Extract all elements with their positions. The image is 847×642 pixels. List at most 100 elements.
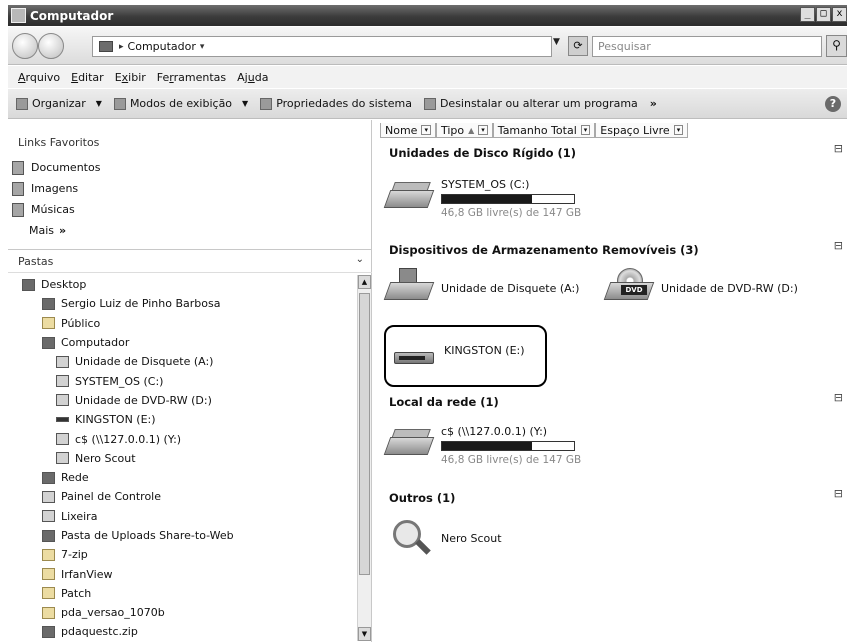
folders-header[interactable]: Pastas ⌄: [8, 249, 372, 273]
column-header-total-size[interactable]: Tamanho Total ▾: [492, 123, 596, 138]
tree-item-patch[interactable]: Patch: [8, 584, 357, 603]
maximize-button[interactable]: □: [816, 7, 831, 22]
menu-label-post: ramentas: [173, 70, 227, 84]
menu-arquivo[interactable]: Arquivo: [18, 71, 60, 84]
tree-item-irfanview[interactable]: IrfanView: [8, 564, 357, 583]
tree-item-dvd-drive[interactable]: Unidade de DVD-RW (D:): [8, 391, 357, 410]
favorite-documentos[interactable]: Documentos: [12, 157, 100, 178]
scroll-up-button[interactable]: ▲: [358, 275, 371, 289]
tree-item-system-drive[interactable]: SYSTEM_OS (C:): [8, 371, 357, 390]
tree-item-uploads[interactable]: Pasta de Uploads Share-to-Web: [8, 526, 357, 545]
drive-kingston[interactable]: KINGSTON (E:): [388, 338, 525, 374]
views-icon: [113, 97, 126, 110]
favorite-musicas[interactable]: Músicas: [12, 199, 100, 220]
group-header-removable[interactable]: Dispositivos de Armazenamento Removíveis…: [389, 243, 699, 257]
item-name: Nero Scout: [441, 532, 502, 545]
drive-floppy[interactable]: Unidade de Disquete (A:): [383, 268, 579, 304]
drive-info: c$ (\\127.0.0.1) (Y:) 46,8 GB livre(s) d…: [441, 423, 581, 466]
tree-item-floppy[interactable]: Unidade de Disquete (A:): [8, 352, 357, 371]
hard-drive-icon: [56, 375, 69, 388]
refresh-button[interactable]: ⟳: [568, 36, 588, 56]
address-input[interactable]: ▸ Computador ▾: [92, 36, 552, 57]
tree-item-7zip[interactable]: 7-zip: [8, 545, 357, 564]
favorite-imagens[interactable]: Imagens: [12, 178, 100, 199]
breadcrumb-computador[interactable]: Computador: [128, 40, 196, 53]
tree-item-pdaquestc[interactable]: pdaquestc.zip: [8, 622, 357, 641]
address-history-dropdown[interactable]: ▼: [553, 37, 560, 47]
group-header-hard-disks[interactable]: Unidades de Disco Rígido (1): [389, 146, 576, 160]
documents-icon: [12, 160, 24, 175]
column-header-free-space[interactable]: Espaço Livre ▾: [595, 123, 689, 138]
tree-item-nero-scout[interactable]: Nero Scout: [8, 449, 357, 468]
recycle-bin-icon: [42, 510, 55, 523]
menu-label-accel: A: [18, 70, 26, 84]
chevron-down-icon: ▼: [242, 99, 249, 108]
usage-bar-fill: [442, 442, 532, 450]
drive-base-shape: [383, 190, 435, 208]
tree-item-label: Pasta de Uploads Share-to-Web: [61, 529, 234, 542]
menu-ferramentas[interactable]: Ferramentas: [157, 71, 226, 84]
favorites-more-link[interactable]: Mais »: [12, 220, 100, 240]
collapse-group-icon[interactable]: ⊟: [834, 142, 843, 155]
search-icon[interactable]: ⚲: [826, 35, 847, 57]
tree-item-user[interactable]: Sergio Luiz de Pinho Barbosa: [8, 294, 357, 313]
chevron-down-icon[interactable]: ▾: [580, 125, 591, 135]
pictures-icon: [12, 181, 24, 196]
item-nero-scout[interactable]: Nero Scout: [385, 520, 502, 556]
organize-button[interactable]: Organizar ▼: [16, 97, 102, 110]
collapse-group-icon[interactable]: ⊟: [834, 487, 843, 500]
tree-item-pda-versao[interactable]: pda_versao_1070b: [8, 603, 357, 622]
help-icon[interactable]: ?: [825, 96, 841, 112]
tree-item-desktop[interactable]: Desktop: [8, 275, 357, 294]
search-input[interactable]: Pesquisar: [592, 36, 822, 57]
usb-stick-shape: [394, 352, 434, 364]
drive-network[interactable]: c$ (\\127.0.0.1) (Y:) 46,8 GB livre(s) d…: [383, 423, 581, 466]
tree-item-network-drive[interactable]: c$ (\\127.0.0.1) (Y:): [8, 429, 357, 448]
forward-button[interactable]: [38, 33, 64, 59]
breadcrumb-dropdown-icon[interactable]: ▾: [200, 42, 205, 52]
more-commands-button[interactable]: »: [650, 97, 657, 110]
tree-item-recycle-bin[interactable]: Lixeira: [8, 507, 357, 526]
network-drive-icon: [56, 433, 69, 446]
tree-item-label: Lixeira: [61, 509, 98, 523]
close-button[interactable]: x: [832, 7, 847, 22]
scrollbar-thumb[interactable]: [359, 293, 370, 575]
column-header-label: Nome: [385, 123, 418, 137]
drive-system-os[interactable]: SYSTEM_OS (C:) 46,8 GB livre(s) de 147 G…: [383, 176, 581, 219]
column-header-type[interactable]: Tipo ▲ ▾: [435, 123, 493, 138]
chevron-down-icon[interactable]: ⌄: [356, 254, 364, 265]
tree-item-control-panel[interactable]: Painel de Controle: [8, 487, 357, 506]
column-header-name[interactable]: Nome ▾: [380, 123, 436, 138]
tree-item-public[interactable]: Público: [8, 314, 357, 333]
folder-tree-scrollbar[interactable]: ▲ ▼: [357, 275, 371, 641]
group-header-others[interactable]: Outros (1): [389, 491, 455, 505]
breadcrumb-arrow-icon[interactable]: ▸: [119, 42, 124, 52]
tree-item-computer[interactable]: Computador: [8, 333, 357, 352]
chevron-down-icon: ▼: [95, 99, 102, 108]
chevron-down-icon[interactable]: ▾: [421, 125, 431, 135]
drive-dvd[interactable]: DVD Unidade de DVD-RW (D:): [603, 268, 798, 304]
tree-item-kingston[interactable]: KINGSTON (E:): [8, 410, 357, 429]
chevron-down-icon[interactable]: ▾: [673, 125, 684, 135]
view-modes-button[interactable]: Modos de exibição ▼: [113, 97, 249, 110]
menu-exibir[interactable]: Exibir: [115, 71, 146, 84]
scroll-down-button[interactable]: ▼: [358, 627, 371, 641]
collapse-group-icon[interactable]: ⊟: [834, 239, 843, 252]
back-button[interactable]: [12, 33, 38, 59]
magnifier-icon: [56, 452, 69, 465]
uninstall-program-button[interactable]: Desinstalar ou alterar um programa: [423, 97, 638, 110]
minimize-button[interactable]: _: [800, 7, 815, 22]
chevron-down-icon[interactable]: ▾: [478, 125, 488, 135]
tree-item-label: IrfanView: [61, 567, 113, 581]
desktop-icon: [22, 278, 35, 291]
magnifier-icon: [385, 520, 435, 556]
menu-editar[interactable]: Editar: [71, 71, 104, 84]
system-properties-button[interactable]: Propriedades do sistema: [260, 97, 412, 110]
menu-bar: Arquivo Editar Exibir Ferramentas Ajuda: [8, 66, 847, 88]
collapse-group-icon[interactable]: ⊟: [834, 391, 843, 404]
magnifier-handle-shape: [415, 539, 431, 555]
menu-ajuda[interactable]: Ajuda: [237, 71, 268, 84]
group-header-network[interactable]: Local da rede (1): [389, 395, 499, 409]
tree-item-network[interactable]: Rede: [8, 468, 357, 487]
dvd-drive-icon: [56, 394, 69, 407]
